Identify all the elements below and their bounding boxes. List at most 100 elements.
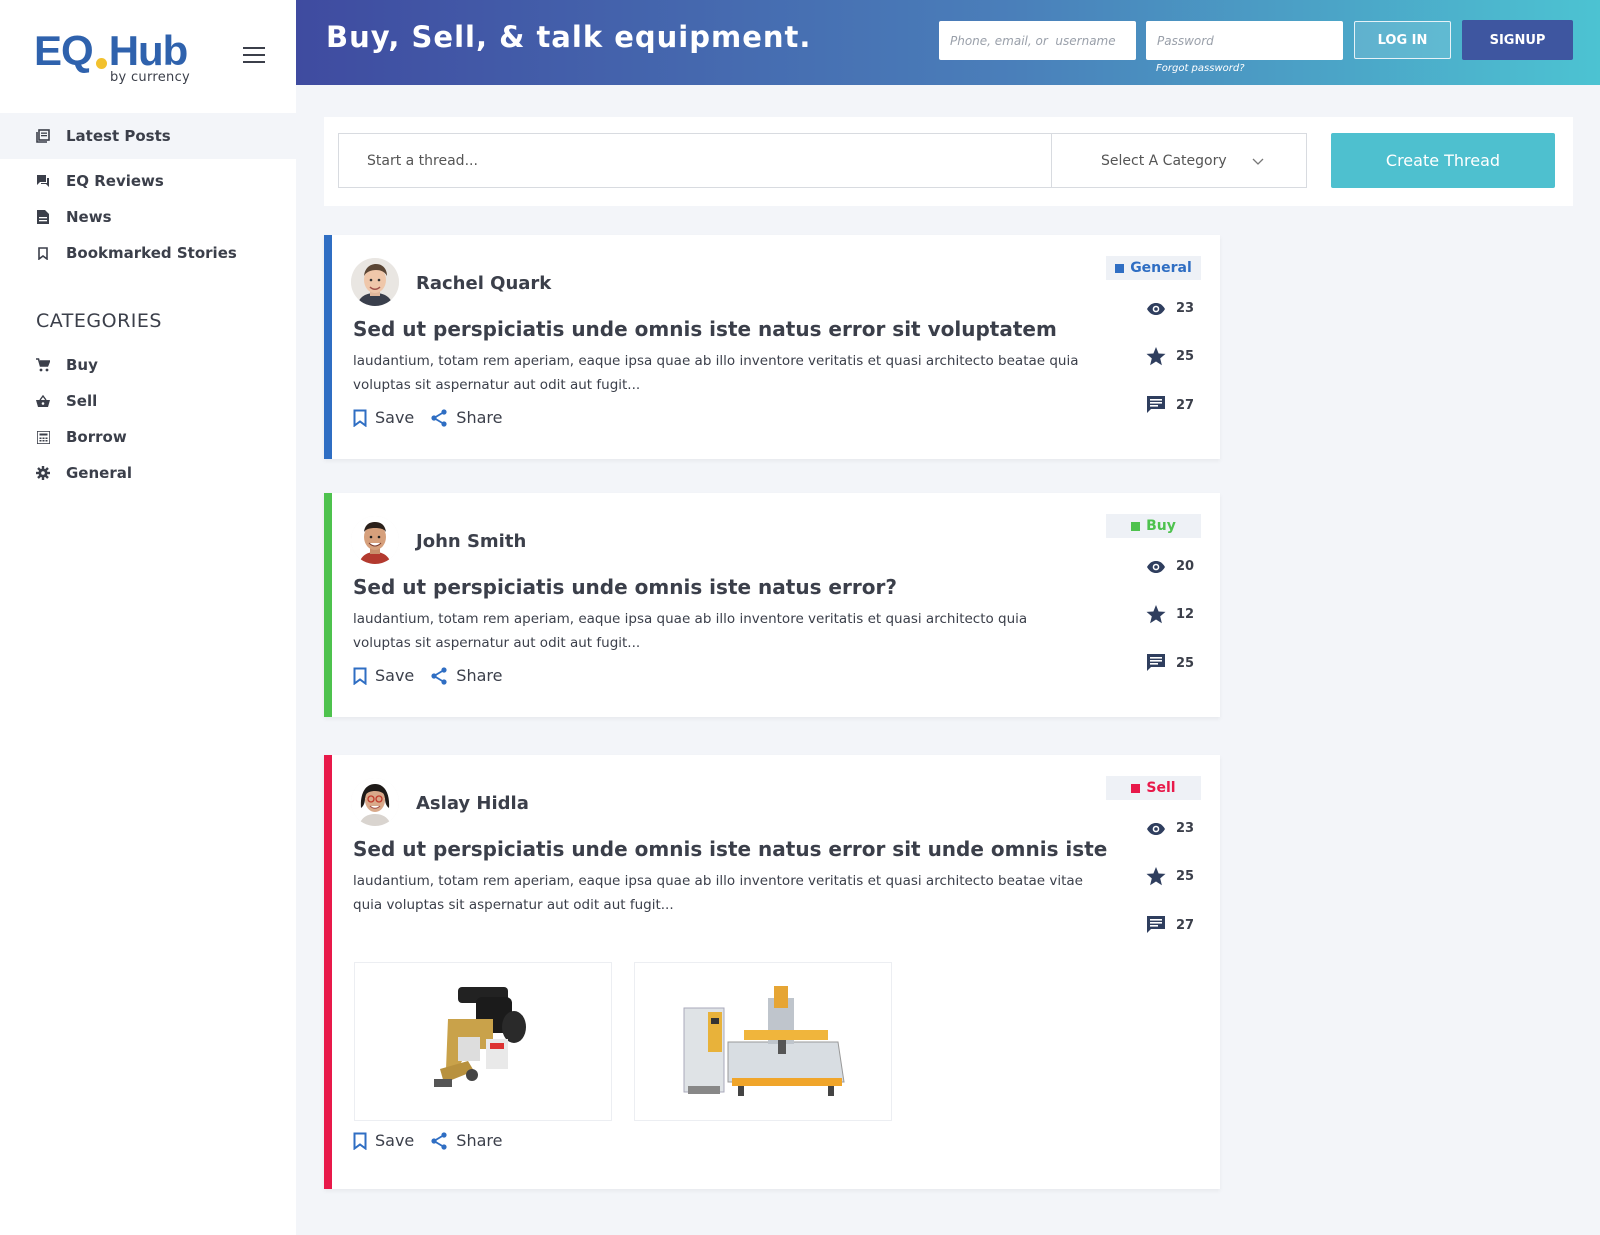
post-card[interactable]: John Smith Buy Sed ut perspiciatis unde … <box>324 493 1220 717</box>
save-label: Save <box>375 666 415 685</box>
eye-icon <box>1147 822 1165 835</box>
views-count: 23 <box>1176 301 1195 316</box>
share-label: Share <box>456 408 503 427</box>
nav-label: EQ Reviews <box>66 172 164 190</box>
forgot-password-link[interactable]: Forgot password? <box>1156 63 1245 74</box>
author-name[interactable]: Aslay Hidla <box>416 793 529 814</box>
post-excerpt: laudantium, totam rem aperiam, eaque ips… <box>353 611 1028 651</box>
category-color-bar <box>324 493 332 717</box>
avatar[interactable] <box>351 778 399 826</box>
login-password-input[interactable] <box>1146 21 1343 60</box>
category-badge[interactable]: Sell <box>1106 776 1201 800</box>
chat-icon <box>36 174 50 188</box>
post-excerpt: laudantium, totam rem aperiam, eaque ips… <box>353 873 1083 913</box>
star-icon <box>1146 867 1166 886</box>
post-actions: Save Share <box>353 408 518 427</box>
save-button[interactable]: Save <box>353 1131 414 1150</box>
avatar[interactable] <box>351 258 399 306</box>
author-name[interactable]: Rachel Quark <box>416 273 551 294</box>
share-button[interactable]: Share <box>430 408 502 427</box>
views-count: 23 <box>1176 821 1195 836</box>
bookmark-icon <box>36 246 50 260</box>
hamburger-menu-icon[interactable] <box>243 47 265 63</box>
start-thread-input[interactable] <box>338 133 1051 188</box>
create-thread-button[interactable]: Create Thread <box>1331 133 1555 188</box>
category-item-sell[interactable]: Sell <box>0 383 296 419</box>
eqhub-logo[interactable]: EQ Hub by currency <box>34 30 194 90</box>
save-button[interactable]: Save <box>353 408 414 427</box>
bookmark-icon <box>353 667 367 685</box>
post-title[interactable]: Sed ut perspiciatis unde omnis iste natu… <box>353 575 897 599</box>
nav-item-bookmarked-stories[interactable]: Bookmarked Stories <box>0 235 296 271</box>
chevron-down-icon <box>1252 154 1264 170</box>
equipment-image-sewing-machine[interactable] <box>354 962 612 1121</box>
category-item-borrow[interactable]: Borrow <box>0 419 296 455</box>
comments-count: 27 <box>1176 397 1195 413</box>
stars-stat: 12 <box>1146 605 1194 624</box>
category-label: Buy <box>66 356 98 374</box>
thread-creator: Select A Category Create Thread <box>324 117 1573 206</box>
badge-label: Sell <box>1146 780 1176 796</box>
document-icon <box>36 210 50 224</box>
login-username-input[interactable] <box>939 21 1136 60</box>
nav-item-news[interactable]: News <box>0 199 296 235</box>
share-label: Share <box>456 1131 503 1150</box>
author-name[interactable]: John Smith <box>416 531 526 552</box>
category-badge[interactable]: General <box>1106 256 1201 280</box>
share-icon <box>431 408 447 427</box>
views-stat: 23 <box>1146 821 1194 836</box>
bag-closer-machine-image <box>434 987 526 1087</box>
newspaper-icon <box>36 129 50 143</box>
stars-stat: 25 <box>1146 867 1194 886</box>
main-nav: Latest Posts EQ Reviews News Bookmarked … <box>0 113 296 271</box>
category-select-value: Select A Category <box>1101 152 1227 169</box>
nav-label: Bookmarked Stories <box>66 244 237 262</box>
signup-button[interactable]: SIGNUP <box>1462 20 1573 60</box>
share-icon <box>431 666 447 685</box>
post-card[interactable]: Rachel Quark General Sed ut perspiciatis… <box>324 235 1220 459</box>
star-icon <box>1146 605 1166 624</box>
nav-item-eq-reviews[interactable]: EQ Reviews <box>0 163 296 199</box>
category-badge[interactable]: Buy <box>1106 514 1201 538</box>
share-button[interactable]: Share <box>430 666 502 685</box>
category-item-general[interactable]: General <box>0 455 296 491</box>
login-button[interactable]: LOG IN <box>1354 21 1451 59</box>
logo-wordmark: EQ Hub <box>34 27 188 74</box>
avatar[interactable] <box>351 516 399 564</box>
category-label: Sell <box>66 392 98 410</box>
category-label: Borrow <box>66 428 127 446</box>
category-color-bar <box>324 755 332 1189</box>
categories-heading: CATEGORIES <box>36 310 162 332</box>
bookmark-icon <box>353 409 367 427</box>
share-label: Share <box>456 666 503 685</box>
category-list: Buy Sell Borrow General <box>0 347 296 491</box>
comments-stat: 27 <box>1146 915 1194 935</box>
badge-square-icon <box>1131 783 1141 793</box>
category-select[interactable]: Select A Category <box>1051 133 1307 188</box>
post-title[interactable]: Sed ut perspiciatis unde omnis iste natu… <box>353 317 1057 341</box>
equipment-image-cnc-machine[interactable] <box>634 962 892 1121</box>
badge-square-icon <box>1115 263 1125 273</box>
save-button[interactable]: Save <box>353 666 414 685</box>
comment-icon <box>1147 396 1165 413</box>
basket-icon <box>36 394 50 408</box>
nav-item-latest-posts[interactable]: Latest Posts <box>0 113 296 159</box>
comments-stat: 25 <box>1146 653 1194 673</box>
post-excerpt: laudantium, totam rem aperiam, eaque ips… <box>353 353 1079 393</box>
share-button[interactable]: Share <box>430 1131 502 1150</box>
post-actions: Save Share <box>353 1131 518 1150</box>
comment-icon <box>1147 916 1165 933</box>
save-label: Save <box>375 408 415 427</box>
stars-count: 12 <box>1176 607 1195 622</box>
stars-stat: 25 <box>1146 347 1194 366</box>
post-title[interactable]: Sed ut perspiciatis unde omnis iste natu… <box>353 837 1107 861</box>
stars-count: 25 <box>1176 349 1195 364</box>
post-card[interactable]: Aslay Hidla Sell Sed ut perspiciatis und… <box>324 755 1220 1189</box>
calculator-icon <box>36 430 50 444</box>
comments-count: 27 <box>1176 917 1195 933</box>
save-label: Save <box>375 1131 415 1150</box>
category-item-buy[interactable]: Buy <box>0 347 296 383</box>
badge-label: General <box>1130 260 1192 276</box>
star-icon <box>1146 347 1166 366</box>
cnc-router-image <box>683 985 845 1096</box>
